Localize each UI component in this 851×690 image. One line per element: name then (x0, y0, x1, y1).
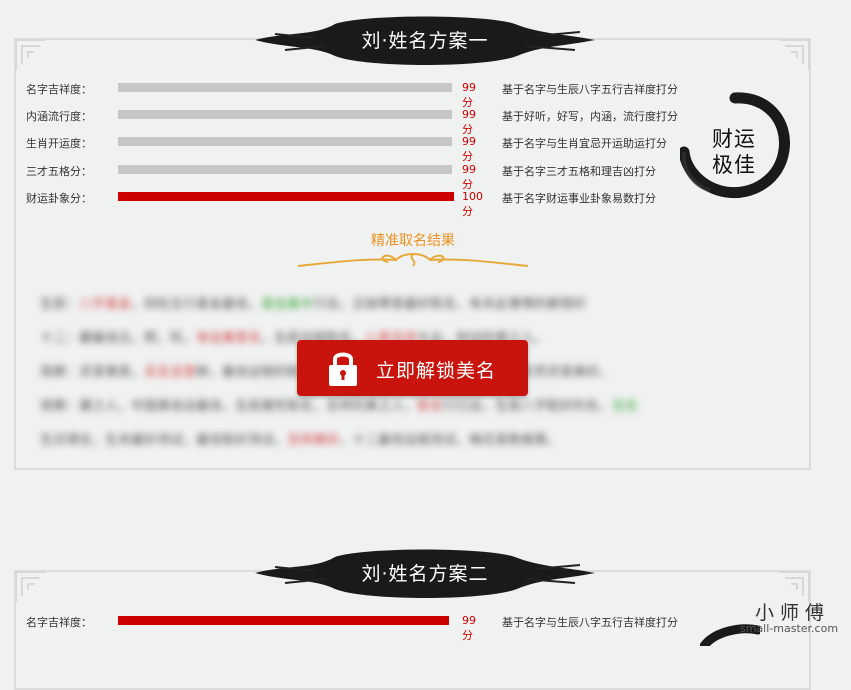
corner-ornament-icon (779, 39, 810, 70)
score-value: 100分 (462, 190, 483, 218)
score-bar (118, 137, 452, 146)
lock-icon (329, 352, 357, 386)
score-description: 基于名字财运事业卦象易数打分 (502, 192, 656, 205)
score-value: 99分 (462, 81, 476, 109)
gold-flourish-icon (297, 253, 529, 267)
seal-text-line1: 财运 (712, 127, 756, 151)
unlock-name-button[interactable]: 立即解锁美名 (297, 340, 528, 396)
score-description: 基于名字三才五格和理吉凶打分 (502, 165, 656, 178)
score-value: 99分 (462, 108, 476, 136)
score-label: 财运卦象分： (26, 192, 92, 205)
score-value: 99分 (462, 135, 476, 163)
score-bar-fill (118, 83, 449, 92)
score-label: 生肖开运度： (26, 137, 92, 150)
score-value: 99分 (462, 614, 476, 642)
score-description: 基于名字与生肖宜忌开运助运打分 (502, 137, 667, 150)
plan-title: 刘·姓名方案二 (361, 563, 489, 585)
score-bar-fill (118, 110, 449, 119)
score-bar-fill (118, 137, 449, 146)
corner-ornament-icon (15, 571, 46, 602)
plan-title: 刘·姓名方案一 (361, 30, 489, 52)
seal-text-line2: 极佳 (712, 153, 756, 177)
fortune-seal: 财运 极佳 (678, 90, 790, 200)
plan-title-banner: 刘·姓名方案二 (255, 543, 595, 603)
score-label: 内涵流行度： (26, 110, 92, 123)
corner-ornament-icon (15, 39, 46, 70)
plan-title-banner: 刘·姓名方案一 (255, 10, 595, 70)
score-bar (118, 192, 454, 201)
watermark-brand: 小师傅 (755, 602, 831, 624)
score-value: 99分 (462, 163, 476, 191)
score-bar (118, 165, 452, 174)
score-bar (118, 83, 452, 92)
watermark-url: small-master.com (740, 622, 839, 635)
score-bar-fill (118, 192, 454, 201)
score-label: 名字吉祥度： (26, 83, 92, 96)
score-bar (118, 110, 452, 119)
score-label: 名字吉祥度： (26, 616, 92, 629)
unlock-button-label: 立即解锁美名 (376, 360, 497, 382)
score-description: 基于名字与生辰八字五行吉祥度打分 (502, 83, 678, 96)
score-bar-fill (118, 165, 449, 174)
score-bar (118, 616, 452, 625)
result-section-title: 精准取名结果 (371, 233, 455, 249)
score-label: 三才五格分： (26, 165, 92, 178)
score-description: 基于好听，好写，内涵，流行度打分 (502, 110, 678, 123)
score-description: 基于名字与生辰八字五行吉祥度打分 (502, 616, 678, 629)
score-bar-fill (118, 616, 449, 625)
